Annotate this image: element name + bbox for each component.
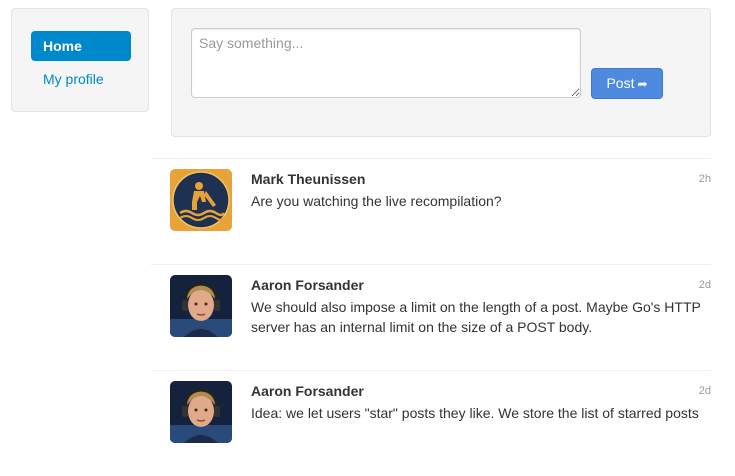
post-timestamp: 2d xyxy=(698,385,711,397)
avatar[interactable] xyxy=(170,381,232,443)
feed-item: Aaron Forsander 2d We should also impose… xyxy=(151,264,711,370)
post-text: Are you watching the live recompilation? xyxy=(251,193,502,209)
post-author[interactable]: Aaron Forsander xyxy=(251,277,364,293)
construction-worker-icon xyxy=(170,169,232,231)
post-timestamp: 2d xyxy=(698,279,711,291)
person-headphones-icon xyxy=(170,275,232,337)
nav-item-home[interactable]: Home xyxy=(31,31,131,61)
post-text: We should also impose a limit on the len… xyxy=(251,299,701,335)
person-headphones-icon xyxy=(170,381,232,443)
post-timestamp: 2h xyxy=(698,173,711,185)
post-button[interactable]: Post ➦ xyxy=(591,68,663,99)
nav-item-my-profile[interactable]: My profile xyxy=(31,64,131,94)
share-arrow-icon: ➦ xyxy=(637,77,648,91)
post-composer: Post➦ xyxy=(171,8,711,137)
feed-item: Mark Theunissen 2h Are you watching the … xyxy=(151,158,711,264)
sidebar-nav: Home My profile xyxy=(11,8,149,112)
post-text: Idea: we let users "star" posts they lik… xyxy=(251,405,699,421)
avatar[interactable] xyxy=(170,275,232,337)
post-author[interactable]: Aaron Forsander xyxy=(251,383,364,399)
post-button-label: Post xyxy=(606,75,635,91)
feed-item: Aaron Forsander 2d Idea: we let users "s… xyxy=(151,370,711,476)
post-input[interactable] xyxy=(191,28,581,98)
avatar[interactable] xyxy=(170,169,232,231)
post-author[interactable]: Mark Theunissen xyxy=(251,171,365,187)
